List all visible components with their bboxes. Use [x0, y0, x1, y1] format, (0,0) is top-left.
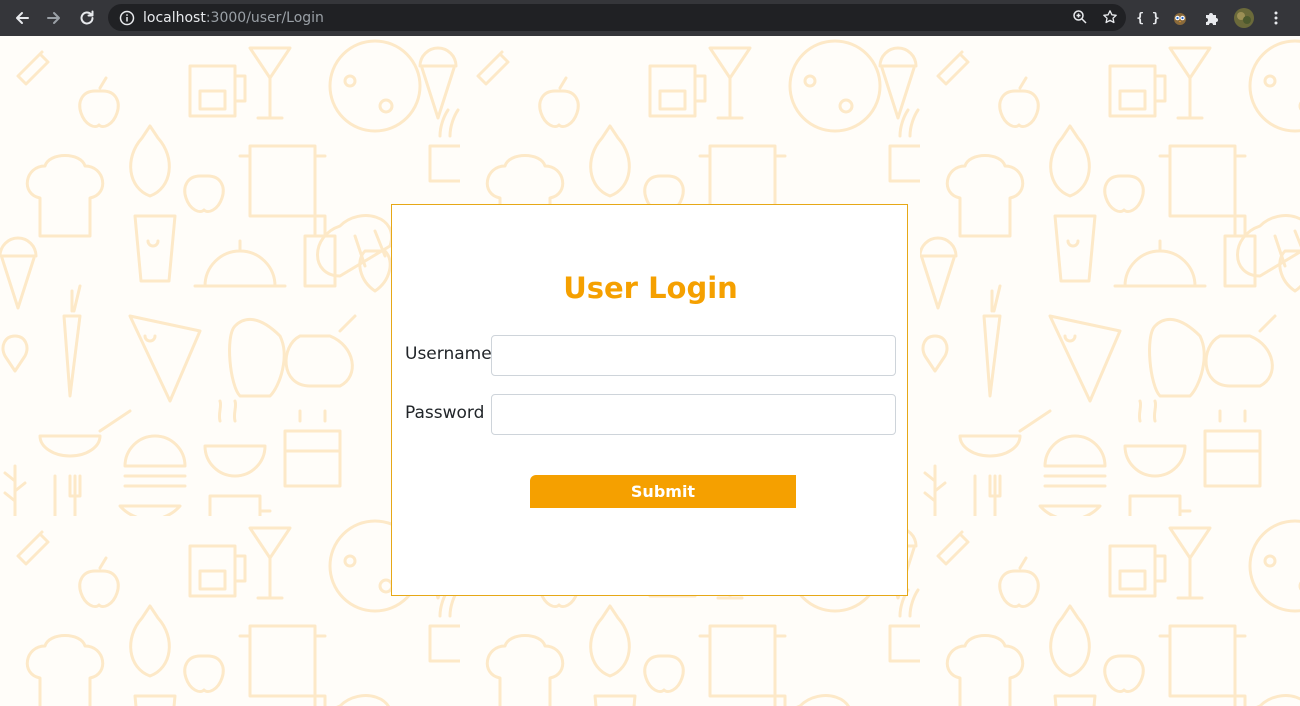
extensions-button[interactable] [1196, 0, 1228, 36]
url-text: localhost:3000/user/Login [143, 10, 324, 26]
profile-avatar-icon [1234, 8, 1254, 28]
owl-extension-button[interactable] [1164, 0, 1196, 36]
menu-kebab-icon [1274, 11, 1278, 25]
url-path: :3000/user/Login [205, 9, 324, 26]
password-label: Password [405, 403, 485, 423]
json-braces-icon: { } [1136, 10, 1160, 26]
page-title: User Login [563, 271, 738, 305]
browser-toolbar: localhost:3000/user/Login { } [0, 0, 1300, 36]
address-bar[interactable]: localhost:3000/user/Login [108, 4, 1126, 31]
url-host: localhost [143, 9, 206, 26]
bookmark-star-icon [1103, 10, 1117, 24]
browser-menu-button[interactable] [1260, 0, 1292, 36]
extension-area: { } [1132, 0, 1292, 36]
submit-button[interactable]: Submit [530, 475, 796, 508]
username-label: Username [405, 344, 492, 364]
zoom-button[interactable] [1072, 9, 1088, 29]
forward-button[interactable] [38, 2, 70, 34]
back-icon [16, 12, 29, 24]
info-icon [119, 10, 135, 25]
bookmark-button[interactable] [1102, 9, 1118, 29]
login-card: User Login Username Password Submit [391, 204, 908, 596]
forward-icon [47, 12, 60, 24]
extension-owl-icon [1174, 13, 1186, 25]
zoom-icon [1073, 10, 1087, 24]
back-button[interactable] [6, 2, 38, 34]
username-input[interactable] [491, 335, 896, 376]
reload-button[interactable] [71, 2, 103, 34]
extensions-puzzle-icon [1206, 13, 1218, 25]
page-content: User Login Username Password Submit [0, 36, 1300, 706]
password-input[interactable] [491, 394, 896, 435]
reload-icon [80, 10, 94, 25]
profile-button[interactable] [1228, 0, 1260, 36]
json-extension-button[interactable]: { } [1132, 0, 1164, 36]
